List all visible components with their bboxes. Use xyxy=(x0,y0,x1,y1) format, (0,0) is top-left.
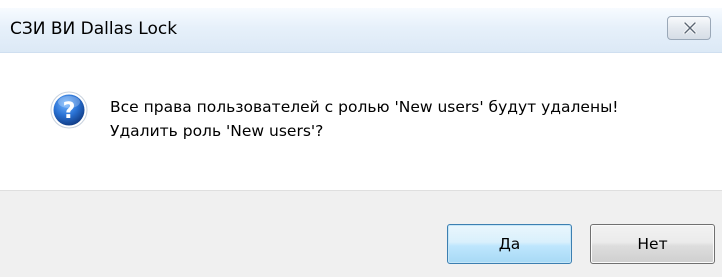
message-text: Все права пользователей с ролью 'New use… xyxy=(110,95,619,143)
close-button[interactable] xyxy=(667,16,711,40)
message-dialog: СЗИ ВИ Dallas Lock ? Все права пользоват… xyxy=(0,8,722,277)
yes-button[interactable]: Да xyxy=(447,224,572,264)
svg-text:?: ? xyxy=(63,99,76,124)
question-icon: ? xyxy=(50,91,88,129)
button-bar: Да Нет xyxy=(0,190,722,277)
message-line-2: Удалить роль 'New users'? xyxy=(110,122,324,140)
title-bar[interactable]: СЗИ ВИ Dallas Lock xyxy=(0,8,722,53)
window-title: СЗИ ВИ Dallas Lock xyxy=(10,19,178,39)
message-line-1: Все права пользователей с ролью 'New use… xyxy=(110,98,619,116)
close-icon xyxy=(683,22,697,34)
no-button[interactable]: Нет xyxy=(590,224,715,264)
message-area: ? Все права пользователей с ролью 'New u… xyxy=(0,53,722,190)
